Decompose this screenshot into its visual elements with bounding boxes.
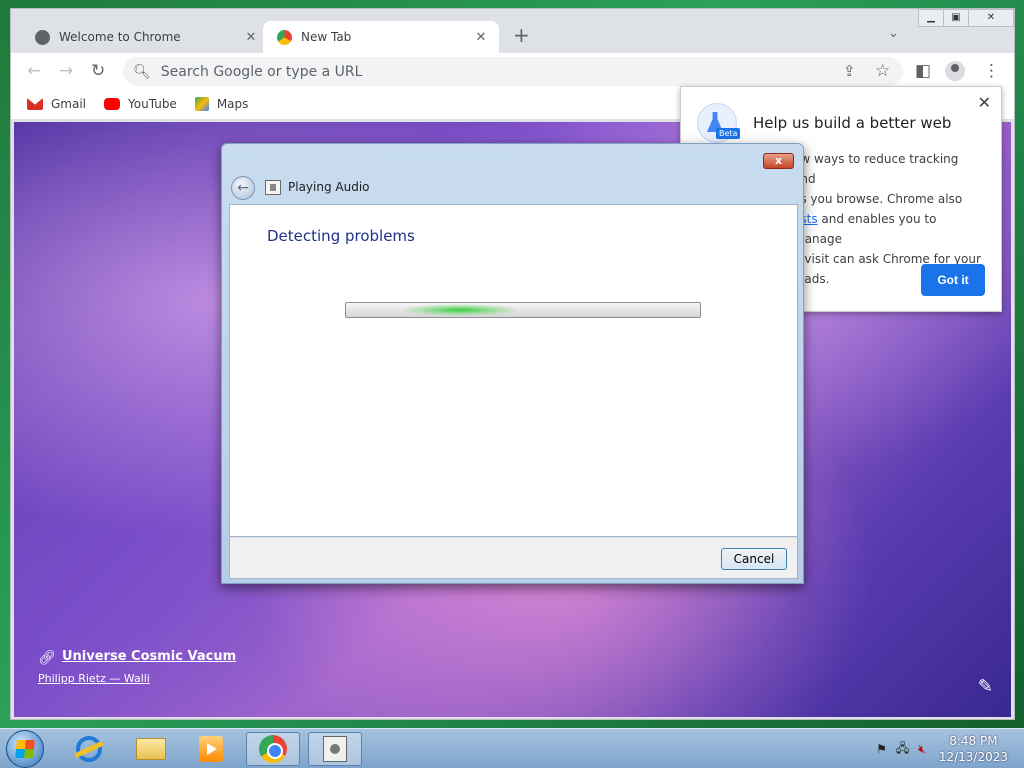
volume-muted-icon[interactable]: 🔇︎ <box>918 742 926 757</box>
omnibox[interactable]: 🔍︎ Search Google or type a URL <box>123 57 903 86</box>
start-button[interactable] <box>6 730 44 768</box>
bookmark-label: Maps <box>216 97 249 111</box>
bookmark-gmail[interactable]: Gmail <box>27 97 86 111</box>
tab-title: Welcome to Chrome <box>59 30 181 44</box>
beta-flask-icon: Beta <box>697 103 741 143</box>
dialog-title: Playing Audio <box>288 180 370 194</box>
back-icon[interactable]: ← <box>27 61 41 81</box>
taskbar-media-player[interactable] <box>184 732 238 766</box>
bookmark-label: Gmail <box>51 97 87 111</box>
dialog-body: Detecting problems <box>229 204 798 537</box>
background-title-link[interactable]: Universe Cosmic Vacum <box>62 649 236 664</box>
share-icon[interactable]: ⇪ <box>843 61 856 81</box>
clock-date: 12/13/2023 <box>938 750 1008 764</box>
profile-avatar[interactable] <box>945 61 965 81</box>
network-icon[interactable]: 🖧︎ <box>896 739 909 760</box>
tab-search-icon[interactable]: ⌄ <box>888 26 899 41</box>
menu-icon[interactable]: ⋮ <box>983 61 1000 81</box>
close-icon[interactable]: ✕ <box>978 93 991 112</box>
close-icon[interactable]: ✕ <box>473 30 489 45</box>
popup-title: Help us build a better web <box>753 114 952 132</box>
link-icon: 🔗︎ <box>38 650 56 666</box>
window-controls: ▁ ▣ ✕ <box>918 9 1014 27</box>
omnibox-placeholder: Search Google or type a URL <box>160 63 363 80</box>
tab-title: New Tab <box>301 30 352 44</box>
dialog-close-button[interactable]: x <box>763 153 794 169</box>
reload-icon[interactable]: ↻ <box>91 61 105 81</box>
tab-new-tab[interactable]: New Tab ✕ <box>263 21 499 53</box>
media-player-icon <box>199 736 223 762</box>
maximize-button[interactable]: ▣ <box>943 9 969 27</box>
clock-time: 8:48 PM <box>949 734 998 748</box>
folder-icon <box>136 738 166 760</box>
youtube-icon <box>104 98 121 110</box>
taskbar-file-explorer[interactable] <box>124 732 178 766</box>
clock[interactable]: 8:48 PM 12/13/2023 <box>939 733 1008 765</box>
popup-text: as you browse. Chrome also <box>793 192 963 206</box>
beta-badge: Beta <box>716 128 741 139</box>
troubleshooter-icon <box>323 736 347 762</box>
taskbar-internet-explorer[interactable] <box>62 732 116 766</box>
close-icon[interactable]: ✕ <box>243 30 259 45</box>
tab-strip: Welcome to Chrome ✕ New Tab ✕ + ⌄ ▁ ▣ ✕ <box>11 9 1014 53</box>
star-icon[interactable]: ☆ <box>875 61 890 81</box>
bookmark-label: YouTube <box>128 97 177 111</box>
globe-icon <box>35 29 50 45</box>
internet-explorer-icon <box>76 736 102 762</box>
dialog-heading: Detecting problems <box>267 227 415 245</box>
action-center-flag-icon[interactable]: ⚑ <box>876 742 887 756</box>
troubleshooter-dialog: x ← Playing Audio Detecting problems Can… <box>221 143 804 584</box>
cancel-button[interactable]: Cancel <box>721 548 787 570</box>
progress-glow <box>400 304 520 316</box>
popup-text: ests and enables you to manage <box>793 209 983 249</box>
maps-icon <box>194 97 209 111</box>
taskbar-troubleshooter[interactable] <box>308 732 362 766</box>
forward-icon[interactable]: → <box>59 61 73 81</box>
taskbar: ⚑ 🖧︎ 🔇︎ 8:48 PM 12/13/2023 <box>0 728 1024 768</box>
popup-text: ew ways to reduce tracking and <box>793 152 959 186</box>
tab-welcome[interactable]: Welcome to Chrome ✕ <box>21 21 269 53</box>
minimize-button[interactable]: ▁ <box>918 9 944 27</box>
windows-logo-icon <box>15 740 35 758</box>
window-close-button[interactable]: ✕ <box>968 9 1014 27</box>
system-tray: ⚑ 🖧︎ 🔇︎ 8:48 PM 12/13/2023 <box>876 729 1024 768</box>
background-author-link[interactable]: Philipp Rietz — Walli <box>38 672 150 685</box>
gmail-icon <box>27 98 43 110</box>
search-icon: 🔍︎ <box>133 63 151 80</box>
toolbar: ← → ↻ 🔍︎ Search Google or type a URL ⇪ ☆… <box>11 53 1014 89</box>
new-tab-button[interactable]: + <box>513 25 530 45</box>
back-arrow-icon[interactable]: ← <box>231 176 255 200</box>
troubleshooter-icon <box>265 180 281 195</box>
side-panel-icon[interactable]: ◧ <box>915 61 931 81</box>
got-it-button[interactable]: Got it <box>921 264 985 296</box>
progress-bar <box>345 302 701 318</box>
dialog-footer: Cancel <box>229 537 798 579</box>
chrome-icon <box>259 735 287 763</box>
bookmark-maps[interactable]: Maps <box>194 97 249 111</box>
customize-pencil-icon[interactable]: ✎ <box>978 676 993 697</box>
bookmark-youtube[interactable]: YouTube <box>104 97 177 111</box>
taskbar-chrome[interactable] <box>246 732 300 766</box>
chrome-favicon-icon <box>277 29 292 45</box>
